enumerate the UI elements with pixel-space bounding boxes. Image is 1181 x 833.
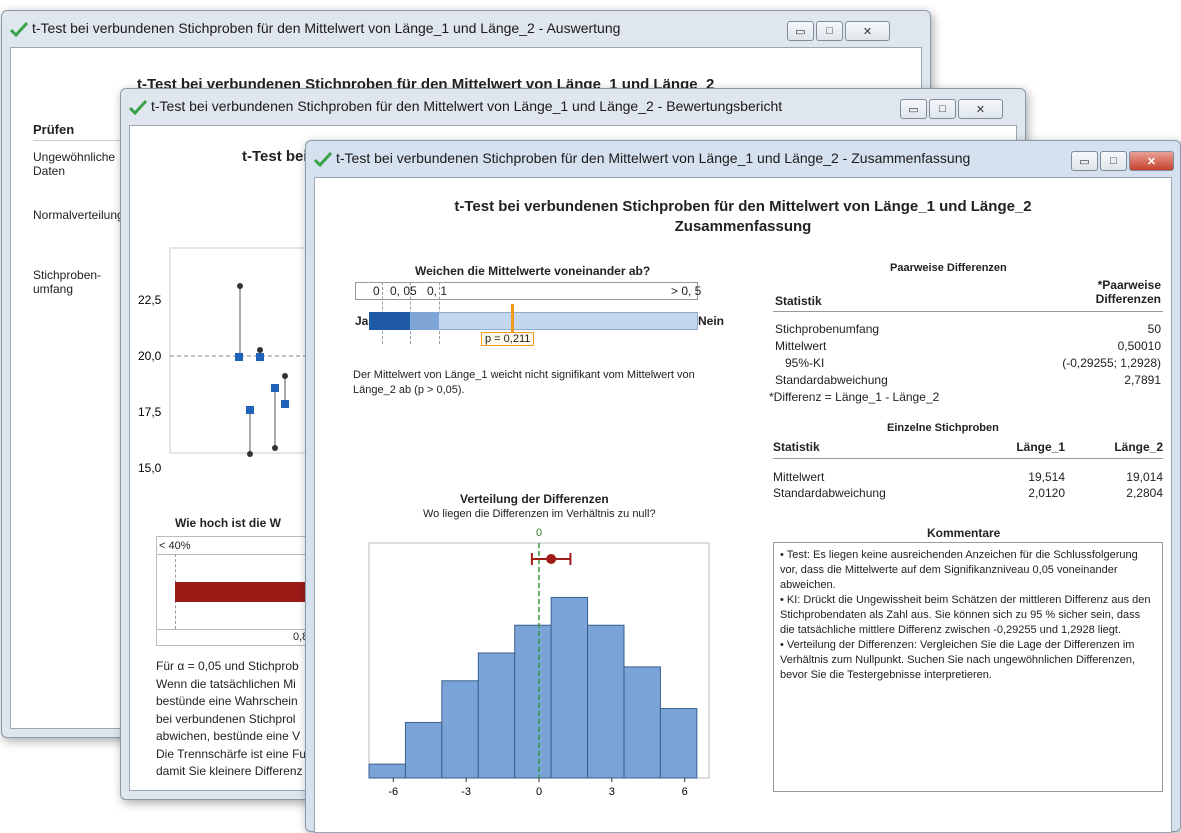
report-subheading: Zusammenfassung	[674, 218, 812, 235]
y-tick-label: 22,5	[138, 293, 162, 307]
sig-tick: 0, 1	[427, 284, 448, 298]
paired-stat-header: Statistik	[775, 294, 822, 308]
hist-title: Verteilung der Differenzen	[460, 492, 609, 506]
sig-text: Der Mittelwert von Länge_1 weicht nicht …	[353, 369, 695, 396]
histogram-bar	[659, 708, 698, 779]
paired-dot-plot: 22,5 20,0 17,5 15,0	[138, 247, 310, 475]
power-bar	[175, 582, 317, 602]
maximize-button[interactable]: □	[929, 99, 956, 119]
comment-item: • KI: Drückt die Ungewissheit beim Schät…	[780, 594, 1151, 636]
paired-table: Stichprobenumfang 50 Mittelwert 0,50010 95%-…	[775, 321, 1161, 389]
sig-title: Weichen die Mittelwerte voneinander ab?	[415, 264, 651, 278]
window-title: t-Test bei verbundenen Stichproben für d…	[336, 150, 971, 166]
x-tick-label: 0	[536, 786, 542, 798]
paired-title: Paarweise Differenzen	[890, 262, 1007, 274]
sig-yes-label: Ja	[355, 314, 369, 328]
mean-point	[546, 554, 557, 564]
close-button[interactable]: ✕	[845, 21, 890, 41]
y-tick-label: 17,5	[138, 405, 162, 419]
report-area: t-Test bei verbundenen Stichproben für d…	[314, 177, 1172, 833]
histogram-bar	[368, 763, 406, 779]
x-tick-label: -6	[388, 786, 398, 798]
power-title: Wie hoch ist die W	[175, 516, 281, 530]
single-header: Länge_1	[1016, 440, 1065, 454]
x-tick-label: 6	[682, 786, 688, 798]
power-text: Für α = 0,05 und Stichprob Wenn die tatsä…	[156, 659, 307, 778]
single-title: Einzelne Stichproben	[887, 422, 999, 434]
paired-row: Standardabweichung 2,7891	[775, 373, 1161, 387]
comment-item: • Verteilung der Differenzen: Vergleiche…	[780, 639, 1136, 681]
minimize-button[interactable]: ▭	[1071, 151, 1098, 171]
check-icon	[129, 99, 147, 115]
single-row: Standardabweichung 2,0120 2,2804	[773, 486, 1163, 500]
y-tick-label: 20,0	[138, 349, 162, 363]
p-marker	[511, 304, 514, 332]
window-zusammenfassung: t-Test bei verbundenen Stichproben für d…	[305, 140, 1181, 833]
power-left-label: < 40%	[159, 540, 191, 552]
comments-box: • Test: Es liegen keine ausreichenden An…	[773, 542, 1163, 792]
sig-tick: 0	[373, 284, 380, 298]
maximize-button[interactable]: □	[816, 21, 843, 41]
single-header: Länge_2	[1114, 440, 1163, 454]
histogram-chart: 0 -6 -3 0 3 6	[368, 527, 710, 798]
y-tick-label: 15,0	[138, 461, 162, 475]
close-button[interactable]: ✕	[1129, 151, 1174, 171]
minimize-button[interactable]: ▭	[787, 21, 814, 41]
paired-row: Mittelwert 0,50010	[775, 339, 1161, 353]
paired-row: Stichprobenumfang 50	[775, 322, 1161, 336]
check-header: Prüfen	[33, 122, 75, 137]
p-label: p = 0,211	[481, 332, 535, 346]
sig-tick: > 0, 5	[671, 284, 702, 298]
histogram-bar	[514, 624, 552, 779]
maximize-button[interactable]: □	[1100, 151, 1127, 171]
comment-item: • Test: Es liegen keine ausreichenden An…	[780, 549, 1138, 591]
histogram-bar	[623, 666, 661, 779]
close-button[interactable]: ✕	[958, 99, 1003, 119]
x-tick-label: -3	[461, 786, 471, 798]
histogram-bar	[404, 721, 443, 779]
histogram-bar	[477, 652, 516, 779]
title-bar[interactable]: t-Test bei verbundenen Stichproben für d…	[306, 141, 1180, 177]
check-row-unusual: Ungewöhnliche Daten	[33, 150, 116, 178]
window-title: t-Test bei verbundenen Stichproben für d…	[32, 20, 621, 36]
title-bar[interactable]: t-Test bei verbundenen Stichproben für d…	[2, 11, 930, 47]
title-bar[interactable]: t-Test bei verbundenen Stichproben für d…	[121, 89, 1025, 125]
minimize-button[interactable]: ▭	[900, 99, 927, 119]
check-icon	[314, 151, 332, 167]
histogram-bar	[550, 596, 589, 779]
check-icon	[10, 21, 28, 37]
zero-label: 0	[536, 527, 542, 539]
comments-title: Kommentare	[927, 526, 1001, 540]
single-table: Statistik Länge_1 Länge_2 Mittelwert 19,5…	[773, 440, 1163, 501]
single-row: Mittelwert 19,514 19,014	[773, 470, 1163, 484]
report-heading: t-Test bei verbundenen Stichproben für d…	[454, 198, 1032, 215]
report-heading: t-Test bei	[242, 148, 308, 165]
paired-row: 95%-KI (-0,29255; 1,2928)	[785, 356, 1161, 370]
power-chart: < 40% 6 0,8	[156, 536, 317, 646]
sig-tick: 0, 05	[390, 284, 417, 298]
paired-col-header: *Paarweise Differenzen	[1095, 278, 1161, 306]
single-header: Statistik	[773, 440, 820, 454]
sig-scale: 0 0, 05 0, 1 > 0, 5 Ja Nein p = 0,211	[353, 282, 724, 362]
check-row-normal: Normalverteilung	[33, 208, 124, 222]
sig-no-label: Nein	[698, 314, 725, 328]
histogram-bar	[441, 680, 479, 779]
window-title: t-Test bei verbundenen Stichproben für d…	[151, 98, 783, 114]
histogram-bar	[587, 624, 625, 779]
x-tick-label: 3	[609, 786, 615, 798]
check-row-samplesize: Stichproben-umfang	[33, 268, 102, 296]
hist-subtitle: Wo liegen die Differenzen im Verhältnis …	[423, 508, 656, 520]
paired-note: *Differenz = Länge_1 - Länge_2	[769, 390, 940, 404]
